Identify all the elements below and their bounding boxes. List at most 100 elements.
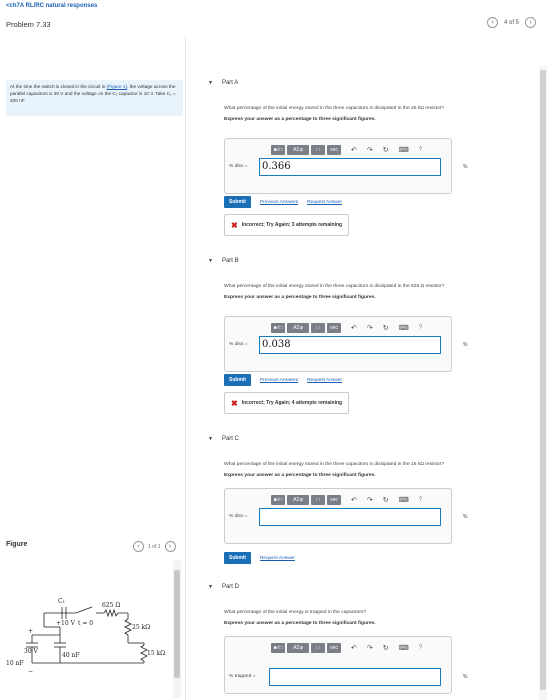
vector-button[interactable]: vec (327, 145, 341, 155)
part-d-question: What percentage of the initial energy is… (224, 610, 367, 615)
caret-down-icon[interactable]: ▼ (208, 436, 213, 442)
part-a: ▼ Part A What percentage of the initial … (208, 80, 538, 240)
caret-down-icon[interactable]: ▼ (208, 258, 213, 264)
c10-label: 10 nF (6, 660, 24, 667)
part-b-question: What percentage of the initial energy st… (224, 284, 445, 289)
incorrect-x-icon: ✖ (231, 398, 238, 408)
figure-scrollbar[interactable] (173, 560, 181, 698)
template-button[interactable]: ■√□ (271, 323, 285, 333)
redo-icon[interactable]: ↷ (367, 496, 373, 504)
chevron-right-icon[interactable]: › (164, 541, 176, 552)
vector-button[interactable]: vec (327, 495, 341, 505)
submit-button[interactable]: Submit (224, 552, 251, 564)
help-button[interactable]: ? (419, 325, 422, 331)
problem-intro: At the time the switch is closed in the … (6, 80, 183, 116)
part-c-field-label: % diss = (229, 514, 248, 519)
math-toolbar: ■√□ AΣφ ↓↑ vec ↶ ↷ ↻ ⌨ ? (271, 323, 422, 333)
part-b-instruction: Express your answer as a percentage to t… (224, 295, 376, 300)
subscript-button[interactable]: ↓↑ (311, 643, 325, 653)
greek-button[interactable]: AΣφ (287, 643, 309, 653)
part-c-answer-box: ■√□ AΣφ ↓↑ vec ↶ ↷ ↻ ⌨ ? % diss = % (224, 488, 467, 544)
part-a-title: Part A (221, 80, 239, 86)
part-c-question: What percentage of the initial energy st… (224, 462, 445, 467)
figure-link[interactable]: (Figure 1) (107, 84, 127, 89)
incorrect-x-icon: ✖ (231, 220, 238, 230)
chevron-right-icon[interactable]: › (525, 17, 536, 28)
part-a-instruction: Express your answer as a percentage to t… (224, 117, 376, 122)
undo-icon[interactable]: ↶ (351, 324, 357, 332)
caret-down-icon[interactable]: ▼ (208, 80, 213, 86)
part-b-field-label: % diss = (229, 342, 248, 347)
keyboard-icon[interactable]: ⌨ (399, 496, 409, 504)
template-button[interactable]: ■√□ (271, 145, 285, 155)
chevron-left-icon[interactable]: ‹ (486, 17, 498, 28)
page-scrollbar-thumb[interactable] (540, 70, 546, 690)
keyboard-icon[interactable]: ⌨ (399, 644, 409, 652)
greek-button[interactable]: AΣφ (287, 495, 309, 505)
keyboard-icon[interactable]: ⌨ (399, 146, 409, 154)
previous-answers-link[interactable]: Previous Answers (260, 200, 298, 205)
math-toolbar: ■√□ AΣφ ↓↑ vec ↶ ↷ ↻ ⌨ ? (271, 145, 422, 155)
figure-pager: ‹ 1 of 1 › (133, 541, 176, 552)
vector-button[interactable]: vec (327, 323, 341, 333)
redo-icon[interactable]: ↷ (367, 324, 373, 332)
reset-icon[interactable]: ↻ (383, 324, 389, 332)
page-scrollbar[interactable] (539, 66, 547, 700)
vector-button[interactable]: vec (327, 643, 341, 653)
part-a-answer-input[interactable]: 0.366 (259, 158, 441, 176)
reset-icon[interactable]: ↻ (383, 496, 389, 504)
minus-label: − (28, 668, 33, 675)
template-button[interactable]: ■√□ (271, 495, 285, 505)
undo-icon[interactable]: ↶ (351, 146, 357, 154)
help-button[interactable]: ? (419, 645, 422, 651)
request-answer-link[interactable]: Request Answer (260, 556, 295, 561)
redo-icon[interactable]: ↷ (367, 146, 373, 154)
subscript-button[interactable]: ↓↑ (311, 323, 325, 333)
part-a-submit-row: Submit Previous Answers Request Answer (224, 196, 342, 208)
keyboard-icon[interactable]: ⌨ (399, 324, 409, 332)
subscript-button[interactable]: ↓↑ (311, 145, 325, 155)
column-divider (185, 36, 186, 700)
previous-answers-link[interactable]: Previous Answers (260, 378, 298, 383)
v10-label: +10 V (56, 620, 76, 627)
part-b-header[interactable]: ▼ Part B (208, 258, 538, 264)
part-a-field-label: % diss = (229, 164, 248, 169)
caret-down-icon[interactable]: ▼ (208, 584, 213, 590)
undo-icon[interactable]: ↶ (351, 644, 357, 652)
reset-icon[interactable]: ↻ (383, 644, 389, 652)
help-button[interactable]: ? (419, 147, 422, 153)
part-c-instruction: Express your answer as a percentage to t… (224, 473, 376, 478)
submit-button[interactable]: Submit (224, 196, 251, 208)
figure-pager-text: 1 of 1 (148, 543, 161, 550)
part-d-unit: % (463, 674, 468, 680)
reset-icon[interactable]: ↻ (383, 146, 389, 154)
help-button[interactable]: ? (419, 497, 422, 503)
part-c-submit-row: Submit Request Answer (224, 552, 295, 564)
math-toolbar: ■√□ AΣφ ↓↑ vec ↶ ↷ ↻ ⌨ ? (271, 643, 422, 653)
greek-button[interactable]: AΣφ (287, 323, 309, 333)
part-d-answer-input[interactable] (269, 668, 441, 686)
part-d-header[interactable]: ▼ Part D (208, 584, 538, 590)
redo-icon[interactable]: ↷ (367, 644, 373, 652)
subscript-button[interactable]: ↓↑ (311, 495, 325, 505)
part-b-feedback-text: Incorrect; Try Again; 4 attempts remaini… (241, 400, 343, 406)
problem-title: Problem 7.33 (6, 20, 51, 29)
r1-label: 625 Ω (102, 602, 120, 609)
part-c-header[interactable]: ▼ Part C (208, 436, 538, 442)
part-b-answer-input[interactable]: 0.038 (259, 336, 441, 354)
plus-label: + (28, 628, 33, 635)
part-d-title: Part D (221, 584, 239, 590)
part-b-title: Part B (221, 258, 239, 264)
back-to-assignment-link[interactable]: <ch7A RL/RC natural responses (6, 3, 97, 9)
request-answer-link[interactable]: Request Answer (307, 378, 342, 383)
undo-icon[interactable]: ↶ (351, 496, 357, 504)
greek-button[interactable]: AΣφ (287, 145, 309, 155)
submit-button[interactable]: Submit (224, 374, 251, 386)
figure-scrollbar-thumb[interactable] (174, 570, 180, 678)
chevron-left-icon[interactable]: ‹ (133, 541, 144, 552)
part-b-submit-row: Submit Previous Answers Request Answer (224, 374, 342, 386)
part-a-header[interactable]: ▼ Part A (208, 80, 538, 86)
part-c-answer-input[interactable] (259, 508, 441, 526)
request-answer-link[interactable]: Request Answer (307, 200, 342, 205)
template-button[interactable]: ■√□ (271, 643, 285, 653)
